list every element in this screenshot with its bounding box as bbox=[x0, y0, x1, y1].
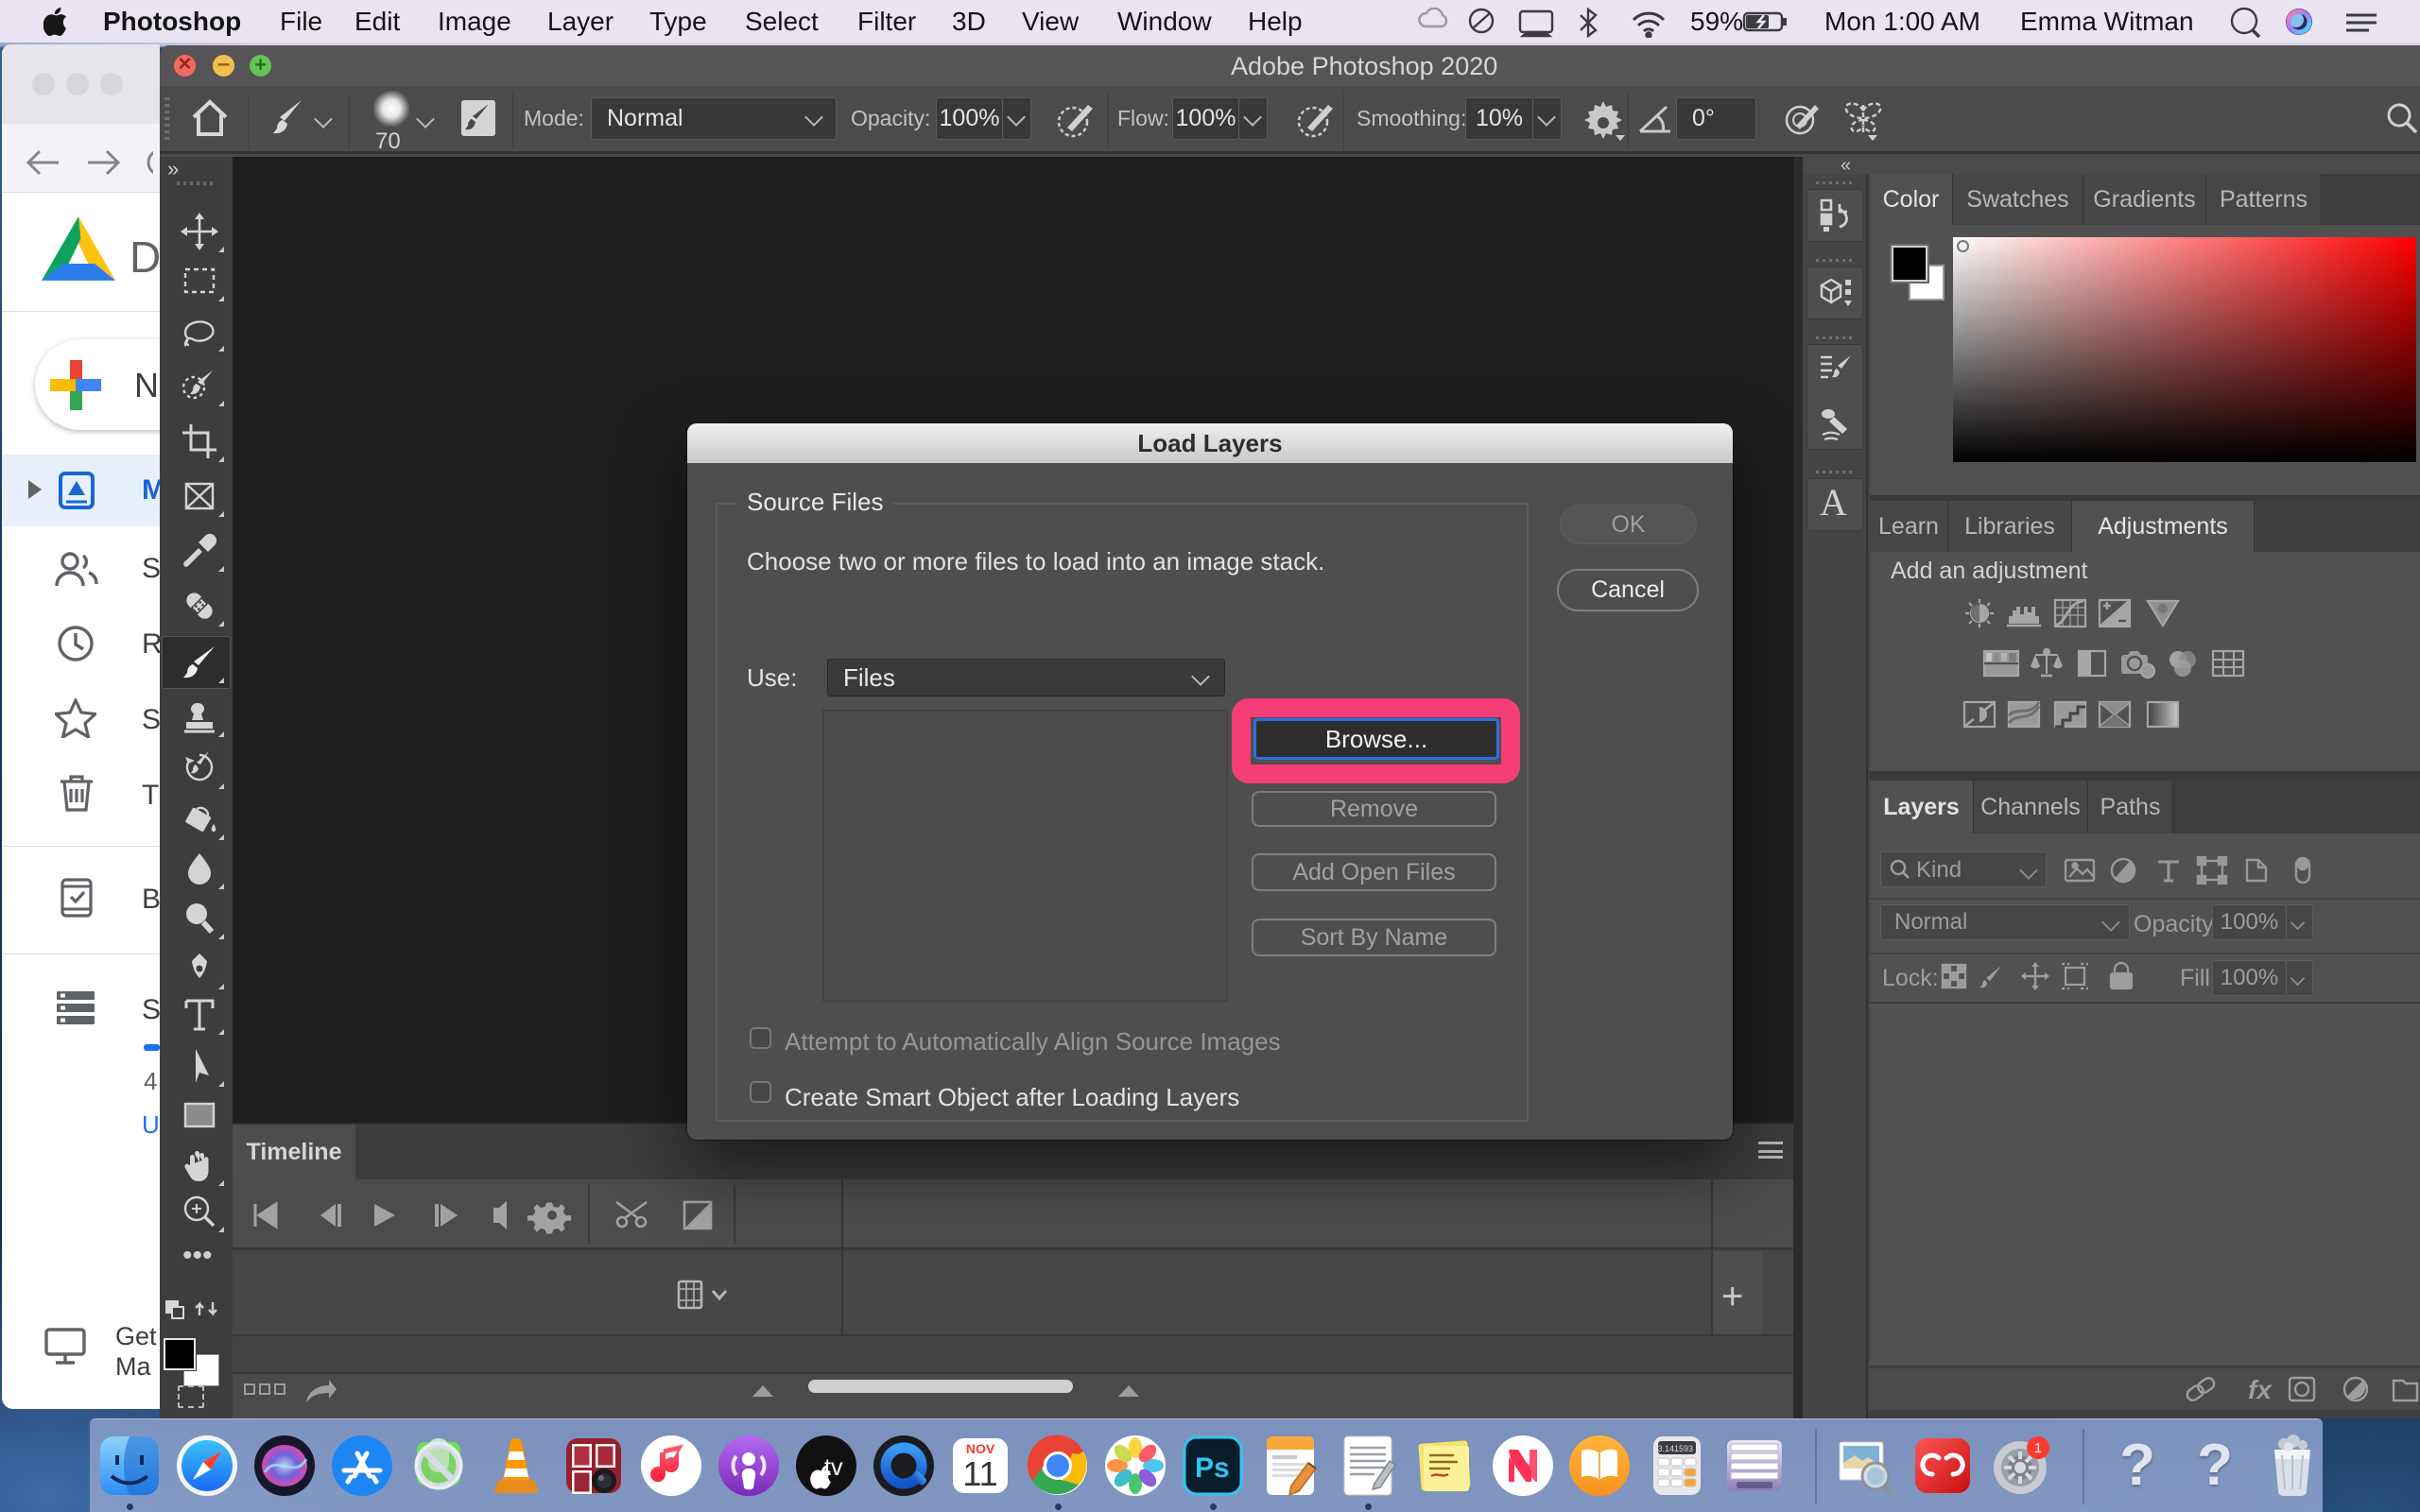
svg-text:tv: tv bbox=[824, 1454, 843, 1481]
svg-text:1: 1 bbox=[2034, 1440, 2042, 1456]
svg-text:Ps: Ps bbox=[1195, 1452, 1230, 1484]
svg-text:3.141593: 3.141593 bbox=[1657, 1444, 1693, 1453]
svg-text:11: 11 bbox=[962, 1454, 997, 1493]
svg-text:fx: fx bbox=[2248, 1375, 2273, 1404]
